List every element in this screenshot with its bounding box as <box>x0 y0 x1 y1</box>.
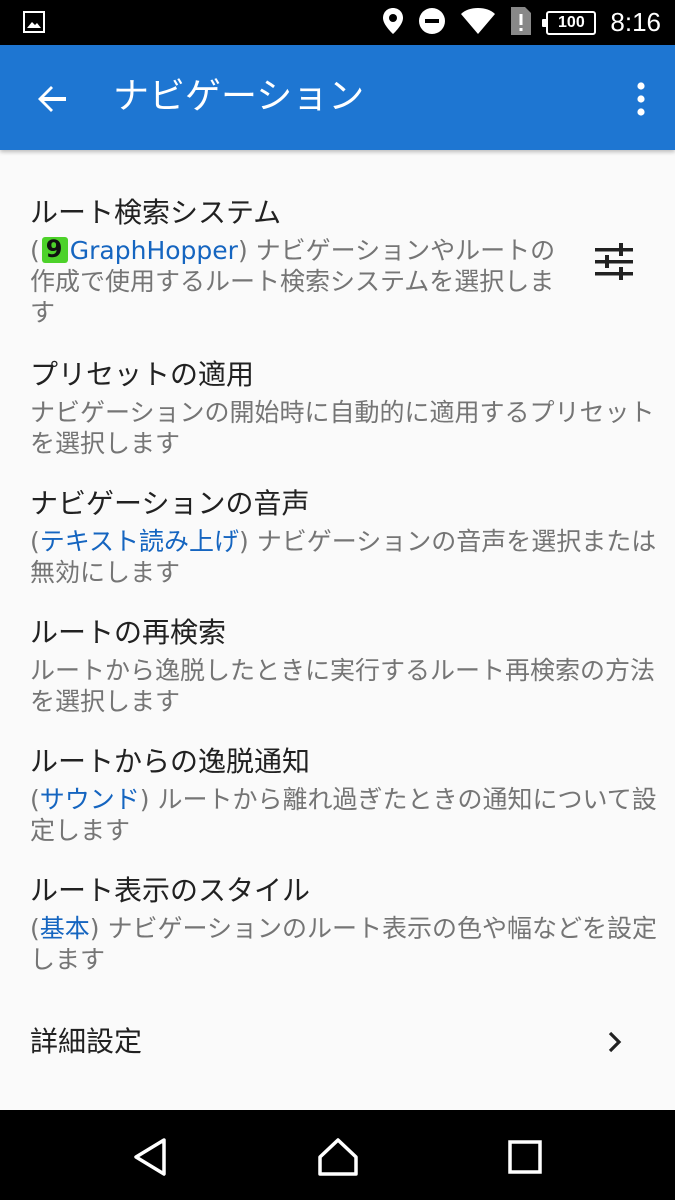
pref-style[interactable]: ルート表示のスタイル (基本) ナビゲーションのルート表示の色や幅などを設定しま… <box>30 873 662 975</box>
pref-summary-text: ナビゲーションのルート表示の色や幅などを設定します <box>30 914 657 974</box>
system-nav-bar <box>0 1110 675 1200</box>
preference-list: ルート検索システム (GraphHopper) ナビゲーションやルートの作成で使… <box>0 150 675 1110</box>
voice-value: テキスト読み上げ <box>39 527 240 556</box>
graphhopper-logo-icon <box>41 234 68 265</box>
pref-route-engine[interactable]: ルート検索システム (GraphHopper) ナビゲーションやルートの作成で使… <box>30 195 662 328</box>
more-vert-icon <box>637 82 645 116</box>
location-icon <box>382 7 404 39</box>
pref-summary: (サウンド) ルートから離れ過ぎたときの通知について設定します <box>30 785 657 845</box>
pref-summary: (基本) ナビゲーションのルート表示の色や幅などを設定します <box>30 914 657 974</box>
clock: 8:16 <box>610 7 661 37</box>
pref-summary: (GraphHopper) ナビゲーションやルートの作成で使用するルート検索シス… <box>30 234 570 328</box>
pref-title: ルート表示のスタイル <box>30 874 311 907</box>
back-button[interactable] <box>28 75 76 123</box>
pref-summary: (テキスト読み上げ) ナビゲーションの音声を選択または無効にします <box>30 527 657 587</box>
pref-title: ルートからの逸脱通知 <box>30 745 311 778</box>
nav-recents-button[interactable] <box>500 1132 550 1182</box>
sim-alert-icon <box>510 6 532 40</box>
deviation-value: サウンド <box>39 785 140 814</box>
triangle-back-icon <box>134 1138 166 1176</box>
tune-icon <box>595 243 633 280</box>
nav-back-button[interactable] <box>125 1132 175 1182</box>
style-value: 基本 <box>39 914 90 943</box>
pref-title: ルートの再検索 <box>30 616 227 649</box>
pref-recalc[interactable]: ルートの再検索 ルートから逸脱したときに実行するルート再検索の方法を選択します <box>30 615 662 717</box>
pref-deviation[interactable]: ルートからの逸脱通知 (サウンド) ルートから離れ過ぎたときの通知について設定し… <box>30 744 662 846</box>
overflow-menu-button[interactable] <box>629 75 653 123</box>
page-title: ナビゲーション <box>113 76 365 117</box>
pref-title: ナビゲーションの音声 <box>30 487 310 520</box>
pref-preset[interactable]: プリセットの適用 ナビゲーションの開始時に自動的に適用するプリセットを選択します <box>30 357 662 459</box>
wifi-icon <box>460 7 496 39</box>
battery-icon: 100 <box>542 10 597 35</box>
pref-summary: ナビゲーションの開始時に自動的に適用するプリセットを選択します <box>30 398 655 458</box>
app-bar: ナビゲーション <box>0 45 675 150</box>
pref-title: ルート検索システム <box>30 196 282 229</box>
pref-title: プリセットの適用 <box>30 358 255 391</box>
nav-home-button[interactable] <box>313 1132 363 1182</box>
tune-settings-button[interactable] <box>593 242 635 282</box>
square-recents-icon <box>508 1140 542 1174</box>
image-icon <box>22 10 46 38</box>
chevron-right-icon <box>603 1030 627 1054</box>
pref-title: 詳細設定 <box>30 1025 143 1058</box>
pref-advanced[interactable]: 詳細設定 <box>30 1024 662 1060</box>
status-bar: 100 8:16 <box>0 0 675 45</box>
arrow-left-icon <box>38 86 66 112</box>
battery-level: 100 <box>558 13 585 31</box>
do-not-disturb-icon <box>418 7 446 39</box>
pref-voice[interactable]: ナビゲーションの音声 (テキスト読み上げ) ナビゲーションの音声を選択または無効… <box>30 486 662 588</box>
home-icon <box>318 1138 358 1176</box>
pref-summary: ルートから逸脱したときに実行するルート再検索の方法を選択します <box>30 656 656 716</box>
route-engine-value: GraphHopper <box>69 236 238 265</box>
